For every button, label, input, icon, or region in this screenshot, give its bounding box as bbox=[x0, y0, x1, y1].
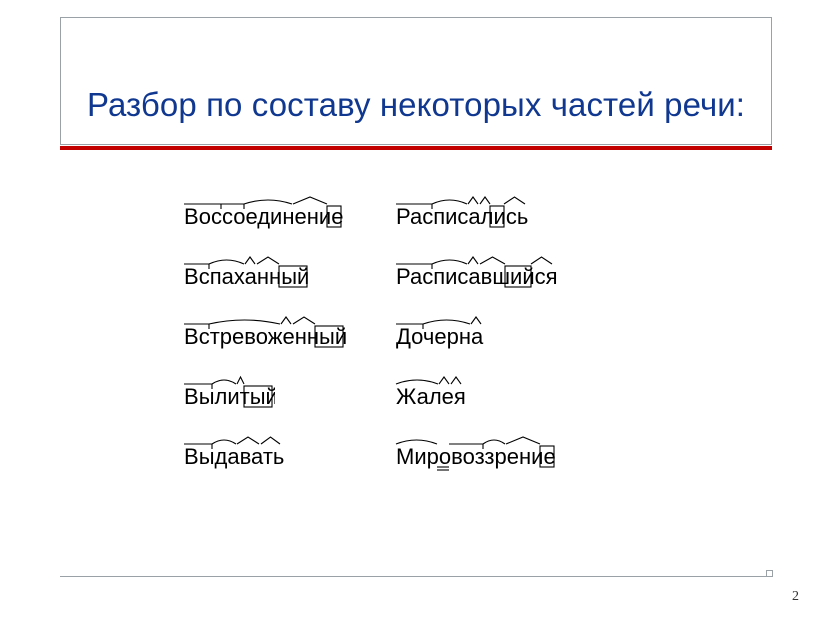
word-cell: Расписавшийся bbox=[394, 246, 557, 306]
word-cell: Дочерна bbox=[394, 306, 557, 366]
word-cell: Вылитый bbox=[182, 366, 346, 426]
title-underline-red bbox=[60, 146, 772, 150]
word-cell: Воссоединение bbox=[182, 186, 346, 246]
svg-text:Мировоззрение: Мировоззрение bbox=[396, 444, 556, 469]
word-cell: Выдавать bbox=[182, 426, 346, 486]
word-cell: Мировоззрение bbox=[394, 426, 557, 486]
word-column-left: Воссоединение Вспаханный Встревоженный Выли… bbox=[182, 186, 346, 506]
footer-corner-mark bbox=[766, 570, 773, 577]
word-cell: Жалея bbox=[394, 366, 557, 426]
svg-text:Расписались: Расписались bbox=[396, 204, 528, 229]
svg-text:Расписавшийся: Расписавшийся bbox=[396, 264, 557, 289]
title-frame: Разбор по составу некоторых частей речи: bbox=[60, 17, 772, 145]
svg-text:Вспаханный: Вспаханный bbox=[184, 264, 309, 289]
svg-text:Вылитый: Вылитый bbox=[184, 384, 275, 409]
svg-text:Выдавать: Выдавать bbox=[184, 444, 284, 469]
word-cell: Вспаханный bbox=[182, 246, 346, 306]
svg-text:Воссоединение: Воссоединение bbox=[184, 204, 343, 229]
footer-rule bbox=[60, 576, 772, 577]
word-cell: Встревоженный bbox=[182, 306, 346, 366]
svg-text:Жалея: Жалея bbox=[396, 384, 466, 409]
svg-text:Встревоженный: Встревоженный bbox=[184, 324, 346, 349]
word-table: Воссоединение Вспаханный Встревоженный Выли… bbox=[182, 186, 658, 506]
svg-text:Дочерна: Дочерна bbox=[396, 324, 484, 349]
slide-title: Разбор по составу некоторых частей речи: bbox=[61, 18, 771, 124]
word-column-right: Расписались Расписавшийся Дочерна Жалея Миро… bbox=[394, 186, 557, 506]
word-cell: Расписались bbox=[394, 186, 557, 246]
page-number: 2 bbox=[792, 589, 799, 605]
